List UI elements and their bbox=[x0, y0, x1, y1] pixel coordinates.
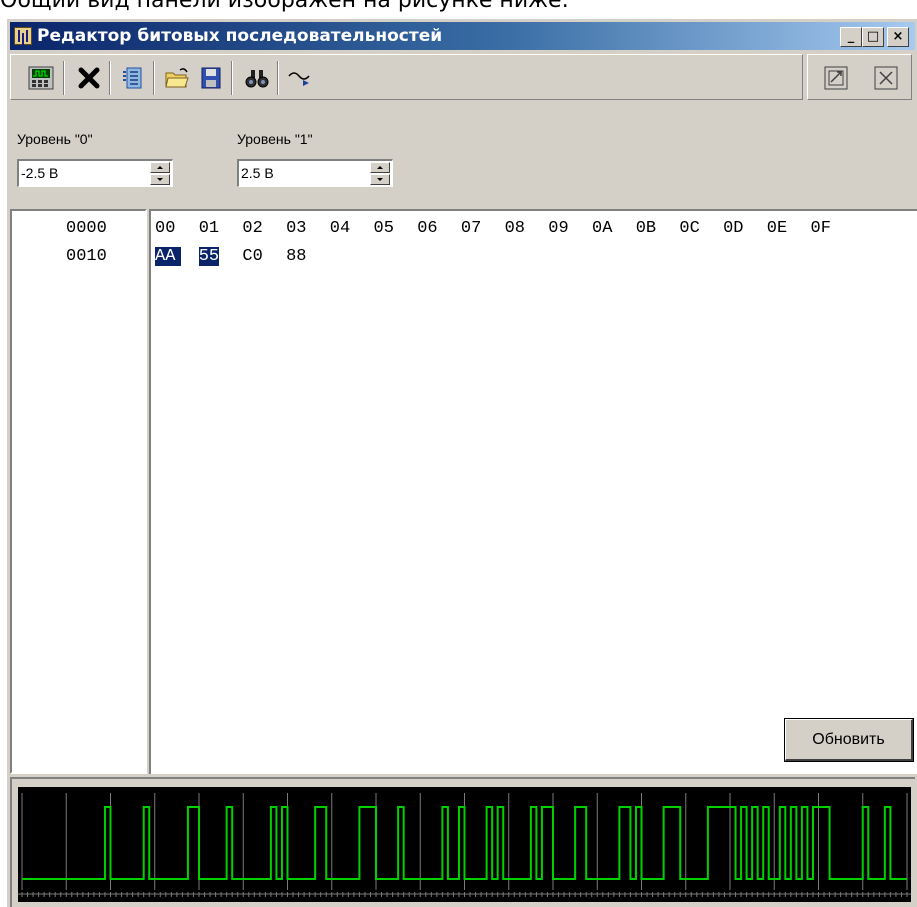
refresh-button[interactable]: Обновить bbox=[785, 719, 913, 761]
waveform-chart bbox=[18, 793, 911, 897]
close-panel-icon[interactable] bbox=[872, 65, 900, 91]
toolbar-separator bbox=[277, 61, 279, 95]
generator-icon[interactable] bbox=[27, 65, 55, 91]
toolbar-separator bbox=[109, 61, 111, 95]
waveform-panel bbox=[10, 777, 915, 907]
signal-icon[interactable] bbox=[287, 65, 315, 91]
level1-spinbox[interactable] bbox=[237, 159, 393, 187]
maximize-button[interactable]: □ bbox=[862, 27, 884, 47]
hex-byte[interactable]: 55 bbox=[198, 247, 220, 266]
level1-input[interactable] bbox=[241, 163, 351, 183]
toolbar-separator bbox=[231, 61, 233, 95]
hex-byte[interactable]: 0F bbox=[811, 219, 831, 238]
export-icon[interactable] bbox=[822, 65, 850, 91]
hex-byte[interactable]: 88 bbox=[286, 247, 306, 266]
toolbar-separator bbox=[63, 61, 65, 95]
level1-spin-buttons[interactable] bbox=[370, 162, 390, 185]
hex-byte[interactable]: 0D bbox=[723, 219, 743, 238]
hex-byte[interactable]: 08 bbox=[505, 219, 525, 238]
list-icon[interactable] bbox=[119, 65, 147, 91]
hex-byte[interactable]: 00 bbox=[155, 219, 175, 238]
minimize-button[interactable]: _ bbox=[840, 27, 862, 47]
level0-input[interactable] bbox=[21, 163, 131, 183]
hex-byte[interactable]: 09 bbox=[548, 219, 568, 238]
page-caption: Общий вид панели изображен на рисунке ни… bbox=[0, 0, 569, 13]
window-title: Редактор битовых последовательностей bbox=[37, 26, 443, 46]
hex-byte[interactable]: 04 bbox=[330, 219, 350, 238]
title-bar[interactable]: Редактор битовых последовательностей _ □… bbox=[10, 22, 915, 50]
hex-editor[interactable]: 00 01 02 03 04 05 06 07 08 09 0A 0B 0C 0D 0E 0F AA 55 C0 88 bbox=[149, 209, 917, 774]
app-icon bbox=[14, 27, 32, 45]
binoculars-icon[interactable] bbox=[243, 65, 271, 91]
spin-up-icon[interactable] bbox=[150, 162, 170, 173]
address-row: 0010 bbox=[66, 247, 107, 266]
hex-byte[interactable]: 05 bbox=[374, 219, 394, 238]
level0-spinbox[interactable] bbox=[17, 159, 173, 187]
address-row: 0000 bbox=[66, 219, 107, 238]
hex-byte[interactable]: 0B bbox=[636, 219, 656, 238]
level1-label: Уровень "1" bbox=[237, 131, 313, 147]
hex-byte[interactable]: AA bbox=[155, 247, 182, 266]
hex-byte[interactable]: C0 bbox=[242, 247, 262, 266]
toolbar bbox=[10, 54, 803, 100]
waveform-view bbox=[18, 787, 911, 902]
bit-sequence-editor-window: Редактор битовых последовательностей _ □… bbox=[6, 18, 917, 907]
hex-byte[interactable]: 01 bbox=[199, 219, 219, 238]
close-button[interactable]: × bbox=[887, 27, 909, 47]
toolbar-separator bbox=[153, 61, 155, 95]
spin-down-icon[interactable] bbox=[370, 174, 390, 185]
hex-byte[interactable]: 06 bbox=[417, 219, 437, 238]
hex-byte[interactable]: 0E bbox=[767, 219, 787, 238]
address-column: 0000 0010 bbox=[10, 209, 147, 774]
hex-byte[interactable]: 0C bbox=[679, 219, 699, 238]
level0-label: Уровень "0" bbox=[17, 131, 93, 147]
spin-up-icon[interactable] bbox=[370, 162, 390, 173]
hex-byte[interactable]: 0A bbox=[592, 219, 612, 238]
spin-down-icon[interactable] bbox=[150, 174, 170, 185]
level0-spin-buttons[interactable] bbox=[150, 162, 170, 185]
hex-byte[interactable]: 07 bbox=[461, 219, 481, 238]
toolbar-right bbox=[807, 54, 912, 100]
save-icon[interactable] bbox=[197, 65, 225, 91]
delete-icon[interactable] bbox=[75, 65, 103, 91]
hex-byte[interactable]: 03 bbox=[286, 219, 306, 238]
hex-byte[interactable]: 02 bbox=[242, 219, 262, 238]
open-folder-icon[interactable] bbox=[163, 65, 191, 91]
